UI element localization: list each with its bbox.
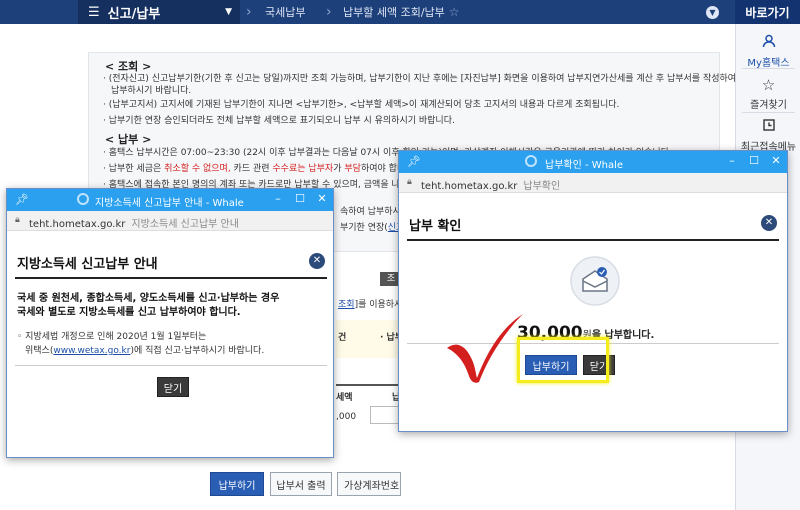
link[interactable]: 조회: [338, 300, 355, 310]
caret-down-icon: ▼: [225, 7, 232, 17]
quicklinks-title: 바로가기: [735, 0, 800, 24]
table-cell-amount: ,000: [336, 412, 357, 422]
address-url: teht.hometax.go.kr 지방소득세 신고납부 안내: [29, 219, 239, 230]
address-bar: 🔒︎ teht.hometax.go.kr 납부확인: [399, 173, 787, 193]
history-icon: [736, 118, 800, 136]
guide-text: 납부하시기 바랍니다.: [111, 86, 192, 96]
notice-note: 위택스(www.wetax.go.kr)에 직접 신고·납부하시기 바랍니다.: [25, 346, 265, 356]
minimize-icon[interactable]: –: [271, 192, 285, 205]
pay-button[interactable]: 납부하기: [210, 472, 264, 496]
maximize-icon[interactable]: ☐: [747, 154, 761, 167]
breadcrumb-item-1[interactable]: 국세납부: [265, 0, 305, 24]
close-icon[interactable]: ✕: [315, 192, 329, 205]
virtual-account-button[interactable]: 가상계좌번호: [337, 472, 401, 496]
minimize-icon[interactable]: –: [725, 154, 739, 167]
close-icon[interactable]: ✕: [769, 154, 783, 167]
chevron-right-icon: ›: [326, 4, 332, 20]
popup-heading: 지방소득세 신고납부 안내: [17, 257, 158, 272]
chevron-down-icon[interactable]: ▼: [706, 6, 719, 19]
pin-icon[interactable]: 📌︎: [407, 155, 421, 168]
guide-text: · (전자신고) 신고납부기한(기한 후 신고는 당일)까지만 조회 가능하며,…: [103, 74, 737, 84]
maximize-icon[interactable]: ☐: [293, 192, 307, 205]
star-icon: ☆: [761, 76, 776, 94]
side-item-label: 즐겨찾기: [750, 100, 787, 111]
summary-label: 건: [338, 333, 347, 343]
guide-text: · (납부고지서) 고지서에 기재된 납부기한이 지나면 <납부기한>, <납부…: [103, 100, 620, 110]
side-item-favorites[interactable]: ☆ 즐겨찾기: [736, 76, 800, 111]
notice-note: ◦ 지방세법 개정으로 인해 2020년 1월 1일부터는: [17, 332, 207, 342]
wetax-link[interactable]: www.wetax.go.kr: [53, 346, 130, 356]
payment-confirm-popup: 📌︎ 납부확인 - Whale – ☐ ✕ 🔒︎ teht.hometax.go…: [398, 150, 788, 432]
pin-icon[interactable]: 📌︎: [15, 193, 29, 206]
window-title: 납부확인 - Whale: [545, 160, 624, 171]
divider: [742, 112, 795, 113]
divider: [15, 365, 327, 366]
whale-browser-icon: [525, 155, 537, 167]
popup-heading: 납부 확인: [409, 219, 462, 234]
local-income-tax-popup: 📌︎ 지방소득세 신고납부 안내 - Whale – ☐ ✕ 🔒︎ teht.h…: [6, 188, 334, 458]
guide-text: · 납부기한 연장 승인되더라도 전체 납부할 세액으로 표기되오니 납부 시 …: [103, 116, 455, 126]
chevron-right-icon: ›: [246, 4, 252, 20]
divider: [742, 68, 795, 69]
guide-text: · 납부한 세금은 취소할 수 없으며, 카드 관련 수수료는 납부자가 부담하…: [103, 164, 417, 174]
person-icon: [736, 34, 800, 52]
lock-icon: 🔒︎: [407, 177, 412, 187]
address-bar: 🔒︎ teht.hometax.go.kr 지방소득세 신고납부 안내: [7, 211, 333, 231]
divider: [15, 277, 327, 279]
hamburger-icon: ☰: [88, 4, 100, 20]
side-item-recent[interactable]: 최근접속메뉴: [736, 118, 800, 153]
highlight-annotation: [517, 337, 609, 383]
menu-title: 신고/납부: [107, 6, 161, 22]
section-heading-inquiry: < 조회 >: [105, 60, 152, 73]
whale-browser-icon: [77, 193, 89, 205]
table-header: 세액: [336, 393, 353, 403]
print-bill-button[interactable]: 납부서 출력: [270, 472, 332, 496]
close-circle-icon[interactable]: ✕: [761, 215, 777, 231]
menu-dropdown[interactable]: ☰ 신고/납부 ▼: [78, 0, 240, 24]
divider: [407, 239, 779, 241]
popup-titlebar: 📌︎ 지방소득세 신고납부 안내 - Whale – ☐ ✕: [7, 189, 333, 211]
section-heading-payment: < 납부 >: [105, 133, 152, 146]
payment-envelope-icon: [569, 255, 621, 310]
notice-text: 국세 중 원천세, 종합소득세, 양도소득세를 신고·납부하는 경우: [17, 293, 280, 304]
address-url: teht.hometax.go.kr 납부확인: [421, 181, 561, 192]
breadcrumb-item-2[interactable]: 납부할 세액 조회/납부 ☆: [343, 0, 460, 24]
notice-text: 국세와 별도로 지방소득세를 신고 납부하여야 합니다.: [17, 307, 241, 318]
side-item-my-hometax[interactable]: My홈택스: [736, 34, 800, 69]
breadcrumb-label: 납부할 세액 조회/납부: [343, 6, 445, 19]
guide-text-fragment: 조회]를 이용하시: [338, 300, 403, 310]
close-button[interactable]: 닫기: [157, 377, 189, 397]
close-circle-icon[interactable]: ✕: [309, 253, 325, 269]
red-checkmark-icon: [445, 308, 525, 387]
star-outline-icon[interactable]: ☆: [449, 5, 460, 19]
window-title: 지방소득세 신고납부 안내 - Whale: [95, 198, 244, 209]
popup-titlebar: 📌︎ 납부확인 - Whale – ☐ ✕: [399, 151, 787, 173]
lock-icon: 🔒︎: [15, 215, 20, 225]
